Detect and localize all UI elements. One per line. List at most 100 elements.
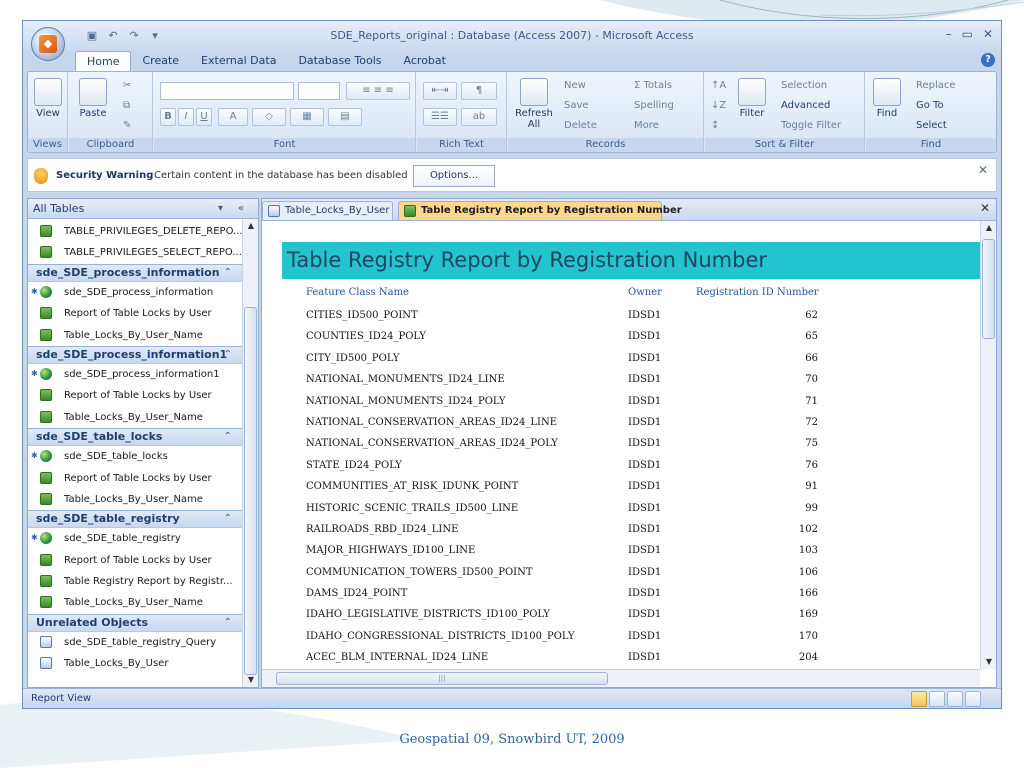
nav-item[interactable]: sde_SDE_table_locks bbox=[28, 446, 242, 467]
select-button[interactable]: Select bbox=[916, 120, 947, 131]
nav-header[interactable]: All Tables ▾ « bbox=[28, 199, 258, 219]
alt-fill-button[interactable]: ▤ bbox=[328, 108, 362, 126]
indent-buttons[interactable]: ⇤⇥ bbox=[423, 82, 457, 100]
sort-ascending-icon[interactable]: ↑A bbox=[711, 80, 726, 91]
tab-table-locks-by-user[interactable]: Table_Locks_By_User bbox=[262, 201, 393, 220]
toggle-filter-button[interactable]: Toggle Filter bbox=[781, 120, 841, 131]
align-buttons[interactable]: ≡ ≡ ≡ bbox=[346, 82, 410, 100]
nav-item[interactable]: Report of Table Locks by User bbox=[28, 468, 242, 489]
nav-group-header[interactable]: sde_SDE_process_information ⌃ bbox=[28, 263, 242, 282]
save-record-button[interactable]: Save bbox=[564, 100, 589, 111]
nav-item[interactable]: sde_SDE_table_registry_Query bbox=[28, 632, 242, 653]
close-icon[interactable]: ✕ bbox=[983, 27, 993, 41]
close-icon[interactable]: ✕ bbox=[980, 201, 990, 215]
paragraph-button[interactable]: ¶ bbox=[461, 82, 497, 100]
office-button[interactable]: ◆ bbox=[31, 27, 65, 61]
chevron-up-icon[interactable]: ⌃ bbox=[224, 265, 232, 281]
italic-button[interactable]: I bbox=[178, 108, 194, 126]
chevron-up-icon[interactable]: ⌃ bbox=[224, 347, 232, 363]
nav-item[interactable]: Table_Locks_By_User bbox=[28, 653, 242, 674]
sort-descending-icon[interactable]: ↓Z bbox=[711, 100, 726, 111]
nav-item[interactable]: Report of Table Locks by User bbox=[28, 550, 242, 571]
collapse-pane-icon[interactable]: « bbox=[238, 199, 244, 219]
find-button[interactable]: Find bbox=[870, 78, 904, 119]
cut-icon[interactable]: ✂ bbox=[123, 80, 131, 91]
scroll-up-icon[interactable]: ▲ bbox=[981, 221, 997, 235]
new-record-button[interactable]: New bbox=[564, 80, 586, 91]
font-color-button[interactable]: A bbox=[218, 108, 248, 126]
font-size-select[interactable] bbox=[298, 82, 340, 100]
help-icon[interactable]: ? bbox=[981, 53, 995, 67]
fill-color-button[interactable]: ◇ bbox=[252, 108, 286, 126]
font-name-select[interactable] bbox=[160, 82, 294, 100]
options-button[interactable]: Options... bbox=[413, 165, 495, 187]
highlight-button[interactable]: ab bbox=[461, 108, 497, 126]
nav-group-header[interactable]: sde_SDE_table_registry ⌃ bbox=[28, 510, 242, 529]
redo-icon[interactable]: ↷ bbox=[125, 28, 143, 44]
tab-acrobat[interactable]: Acrobat bbox=[393, 51, 457, 71]
gridlines-button[interactable]: ▦ bbox=[290, 108, 324, 126]
paste-button[interactable]: Paste bbox=[75, 78, 111, 119]
nav-item[interactable]: Table_Locks_By_User_Name bbox=[28, 325, 242, 346]
selection-button[interactable]: Selection bbox=[781, 80, 827, 91]
scroll-up-icon[interactable]: ▲ bbox=[243, 219, 259, 233]
chevron-up-icon[interactable]: ⌃ bbox=[224, 615, 232, 631]
nav-group-header[interactable]: sde_SDE_process_information1 ⌃ bbox=[28, 345, 242, 364]
tab-table-registry-report[interactable]: Table Registry Report by Registration Nu… bbox=[398, 201, 682, 220]
tab-create[interactable]: Create bbox=[131, 51, 190, 71]
nav-item[interactable]: Table_Locks_By_User_Name bbox=[28, 592, 242, 613]
replace-button[interactable]: Replace bbox=[916, 80, 956, 91]
list-buttons[interactable]: ☰☰ bbox=[423, 108, 457, 126]
more-button[interactable]: More bbox=[634, 120, 659, 131]
scroll-down-icon[interactable]: ▼ bbox=[981, 655, 997, 669]
tab-external-data[interactable]: External Data bbox=[190, 51, 287, 71]
layout-view-icon[interactable] bbox=[947, 691, 963, 707]
minimize-icon[interactable]: – bbox=[946, 27, 952, 41]
nav-item[interactable]: sde_SDE_table_registry bbox=[28, 528, 242, 549]
nav-item[interactable]: sde_SDE_process_information bbox=[28, 282, 242, 303]
clear-sort-icon[interactable]: ↕ bbox=[711, 120, 719, 131]
nav-item[interactable]: Table_Locks_By_User_Name bbox=[28, 407, 242, 428]
tab-home[interactable]: Home bbox=[75, 51, 132, 71]
spelling-button[interactable]: Spelling bbox=[634, 100, 674, 111]
nav-scroll-thumb[interactable] bbox=[244, 307, 257, 675]
nav-item[interactable]: TABLE_PRIVILEGES_DELETE_REPO... bbox=[28, 221, 242, 242]
nav-scrollbar[interactable]: ▲ ▼ bbox=[242, 219, 258, 687]
undo-icon[interactable]: ↶ bbox=[104, 28, 122, 44]
format-painter-icon[interactable]: ✎ bbox=[123, 120, 131, 131]
print-preview-icon[interactable] bbox=[929, 691, 945, 707]
nav-item[interactable]: TABLE_PRIVILEGES_SELECT_REPO... bbox=[28, 242, 242, 263]
nav-group-header[interactable]: Unrelated Objects ⌃ bbox=[28, 613, 242, 632]
underline-button[interactable]: U bbox=[196, 108, 212, 126]
nav-item[interactable]: Report of Table Locks by User bbox=[28, 385, 242, 406]
design-view-icon[interactable] bbox=[965, 691, 981, 707]
view-button[interactable]: View bbox=[32, 78, 64, 119]
close-icon[interactable]: ✕ bbox=[978, 163, 988, 177]
report-hscroll-thumb[interactable]: ||| bbox=[276, 672, 608, 685]
restore-icon[interactable]: ▭ bbox=[962, 27, 973, 41]
chevron-up-icon[interactable]: ⌃ bbox=[224, 429, 232, 445]
nav-item[interactable]: Table Registry Report by Registr... bbox=[28, 571, 242, 592]
advanced-button[interactable]: Advanced bbox=[781, 100, 830, 111]
report-horizontal-scrollbar[interactable]: ||| bbox=[262, 669, 980, 687]
chevron-up-icon[interactable]: ⌃ bbox=[224, 511, 232, 527]
chevron-down-icon[interactable]: ▾ bbox=[218, 199, 223, 219]
nav-item[interactable]: sde_SDE_process_information1 bbox=[28, 364, 242, 385]
bold-button[interactable]: B bbox=[160, 108, 176, 126]
scroll-down-icon[interactable]: ▼ bbox=[243, 673, 259, 687]
report-view-icon[interactable] bbox=[911, 691, 927, 707]
refresh-all-button[interactable]: Refresh All bbox=[512, 78, 556, 130]
report-vscroll-thumb[interactable] bbox=[982, 239, 995, 339]
copy-icon[interactable]: ⧉ bbox=[123, 100, 130, 111]
nav-group-header[interactable]: sde_SDE_table_locks ⌃ bbox=[28, 428, 242, 447]
goto-button[interactable]: Go To bbox=[916, 100, 944, 111]
filter-button[interactable]: Filter bbox=[735, 78, 769, 119]
totals-button[interactable]: Σ Totals bbox=[634, 80, 672, 91]
nav-item[interactable]: Report of Table Locks by User bbox=[28, 303, 242, 324]
report-vertical-scrollbar[interactable]: ▲ ▼ bbox=[980, 221, 996, 669]
customize-icon[interactable]: ▾ bbox=[146, 28, 164, 44]
save-icon[interactable]: ▣ bbox=[83, 28, 101, 44]
delete-record-button[interactable]: Delete bbox=[564, 120, 597, 131]
tab-database-tools[interactable]: Database Tools bbox=[287, 51, 392, 71]
nav-item[interactable]: Table_Locks_By_User_Name bbox=[28, 489, 242, 510]
